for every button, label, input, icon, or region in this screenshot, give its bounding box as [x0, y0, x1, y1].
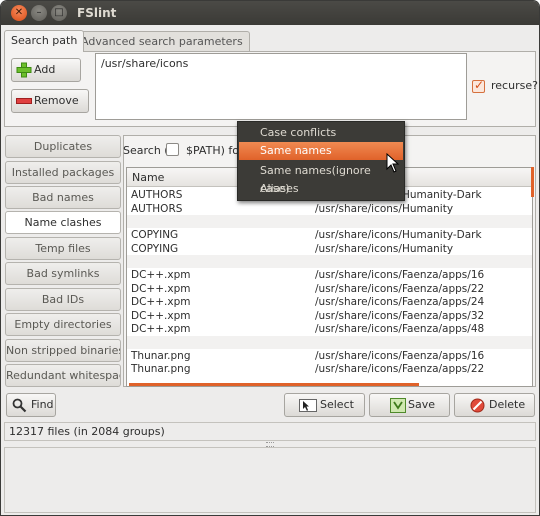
- table-row[interactable]: AUTHORS/usr/share/icons/Humanity: [127, 202, 532, 216]
- path-item[interactable]: /usr/share/icons: [101, 57, 461, 70]
- status-text: 12317 files (in 2084 groups): [9, 425, 165, 438]
- group-separator-row: [127, 255, 532, 268]
- remove-button[interactable]: Remove: [11, 89, 89, 113]
- menu-item-aliases[interactable]: Aliases: [239, 180, 403, 198]
- title-bar: ✕ – □ FSlint: [1, 1, 539, 25]
- group-separator-row: [127, 335, 532, 349]
- table-row[interactable]: COPYING/usr/share/icons/Humanity: [127, 242, 532, 256]
- sidebar-item-name-clashes[interactable]: Name clashes: [5, 211, 121, 234]
- search-path-list[interactable]: /usr/share/icons: [95, 53, 467, 120]
- file-name-cell: Thunar.png: [131, 363, 191, 375]
- file-path-cell: /usr/share/icons/Humanity-Dark: [315, 229, 482, 241]
- group-separator-row: [127, 215, 532, 228]
- recurse-checkbox[interactable]: [472, 78, 485, 93]
- path-checkbox[interactable]: [166, 143, 179, 156]
- add-button[interactable]: Add: [11, 58, 81, 82]
- file-path-cell: /usr/share/icons/Faenza/apps/48: [315, 323, 485, 335]
- table-row[interactable]: COPYING/usr/share/icons/Humanity-Dark: [127, 228, 532, 242]
- search-icon: [12, 398, 27, 413]
- delete-icon: [470, 398, 485, 413]
- file-name-cell: AUTHORS: [131, 189, 183, 201]
- sidebar-item-empty-directories[interactable]: Empty directories: [5, 313, 121, 336]
- delete-label: Delete: [489, 398, 526, 411]
- horizontal-scrollbar[interactable]: [129, 383, 419, 386]
- file-name-cell: DC++.xpm: [131, 269, 191, 281]
- file-path-cell: /usr/share/icons/Faenza/apps/22: [315, 282, 485, 295]
- column-header-name[interactable]: Name: [132, 171, 164, 184]
- file-name-cell: COPYING: [131, 242, 179, 255]
- window-title: FSlint: [77, 6, 117, 20]
- table-row[interactable]: DC++.xpm/usr/share/icons/Faenza/apps/32: [127, 309, 532, 323]
- file-path-cell: /usr/share/icons/Faenza/apps/24: [315, 296, 485, 308]
- search-prefix-label: Search (: [123, 144, 169, 157]
- find-label: Find: [31, 398, 54, 411]
- select-button[interactable]: Select: [284, 393, 365, 417]
- sidebar-item-bad-symlinks[interactable]: Bad symlinks: [5, 262, 121, 285]
- minimize-icon[interactable]: –: [31, 5, 47, 21]
- select-label: Select: [320, 398, 354, 411]
- sidebar-item-installed-packages[interactable]: Installed packages: [5, 161, 121, 184]
- menu-item-case-conflicts[interactable]: Case conflicts: [239, 124, 403, 142]
- vertical-scrollbar[interactable]: [531, 167, 534, 197]
- plus-icon: [16, 62, 32, 78]
- file-path-cell: /usr/share/icons/Faenza/apps/22: [315, 363, 485, 375]
- table-row[interactable]: DC++.xpm/usr/share/icons/Faenza/apps/48: [127, 322, 532, 336]
- file-path-cell: /usr/share/icons/Faenza/apps/32: [315, 309, 485, 322]
- search-mode-dropdown[interactable]: Case conflicts Same names Same names(ign…: [237, 121, 405, 201]
- table-row[interactable]: Thunar.png/usr/share/icons/Faenza/apps/2…: [127, 362, 532, 376]
- select-icon: [299, 399, 317, 412]
- path-label: $PATH) for: [186, 144, 244, 157]
- find-button[interactable]: Find: [6, 393, 56, 417]
- file-name-cell: DC++.xpm: [131, 323, 191, 335]
- tab-search-path[interactable]: Search path: [4, 30, 85, 52]
- file-path-cell: /usr/share/icons/Faenza/apps/16: [315, 349, 485, 362]
- table-row[interactable]: Thunar.png/usr/share/icons/Faenza/apps/1…: [127, 349, 532, 363]
- remove-label: Remove: [34, 94, 79, 107]
- file-name-cell: COPYING: [131, 229, 179, 241]
- status-bar: 12317 files (in 2084 groups): [4, 422, 536, 441]
- save-icon: [390, 398, 406, 413]
- file-path-cell: /usr/share/icons/Humanity: [315, 242, 454, 255]
- menu-item-same-names-ignore-case[interactable]: Same names(ignore case): [239, 162, 403, 195]
- recurse-label: recurse?: [491, 79, 538, 92]
- delete-button[interactable]: Delete: [454, 393, 535, 417]
- sidebar-item-duplicates[interactable]: Duplicates: [5, 135, 121, 158]
- add-label: Add: [34, 63, 56, 76]
- mouse-cursor-icon: [386, 153, 400, 173]
- sidebar-item-temp-files[interactable]: Temp files: [5, 237, 121, 260]
- save-button[interactable]: Save: [369, 393, 450, 417]
- maximize-icon[interactable]: □: [51, 5, 67, 21]
- file-name-cell: DC++.xpm: [131, 282, 191, 295]
- file-path-cell: /usr/share/icons/Humanity: [315, 202, 454, 215]
- file-name-cell: Thunar.png: [131, 349, 191, 362]
- close-icon[interactable]: ✕: [11, 5, 27, 21]
- table-row[interactable]: DC++.xpm/usr/share/icons/Faenza/apps/24: [127, 295, 532, 309]
- file-name-cell: AUTHORS: [131, 202, 183, 215]
- sidebar-item-bad-names[interactable]: Bad names: [5, 186, 121, 209]
- minus-icon: [16, 98, 32, 104]
- sidebar-item-non-stripped-binaries[interactable]: Non stripped binaries: [5, 339, 121, 362]
- output-area[interactable]: [4, 447, 536, 513]
- table-row[interactable]: DC++.xpm/usr/share/icons/Faenza/apps/16: [127, 268, 532, 282]
- fslint-window: ✕ – □ FSlint Search path Advanced search…: [1, 1, 539, 515]
- save-label: Save: [408, 398, 436, 411]
- sidebar-item-redundant-whitespace[interactable]: Redundant whitespace: [5, 364, 121, 387]
- sidebar-item-bad-ids[interactable]: Bad IDs: [5, 288, 121, 311]
- menu-item-same-names[interactable]: Same names: [239, 142, 403, 160]
- table-row[interactable]: DC++.xpm/usr/share/icons/Faenza/apps/22: [127, 282, 532, 296]
- file-path-cell: /usr/share/icons/Faenza/apps/16: [315, 269, 485, 281]
- file-name-cell: DC++.xpm: [131, 296, 191, 308]
- file-name-cell: DC++.xpm: [131, 309, 191, 322]
- tab-advanced-search-parameters[interactable]: Advanced search parameters: [74, 31, 250, 51]
